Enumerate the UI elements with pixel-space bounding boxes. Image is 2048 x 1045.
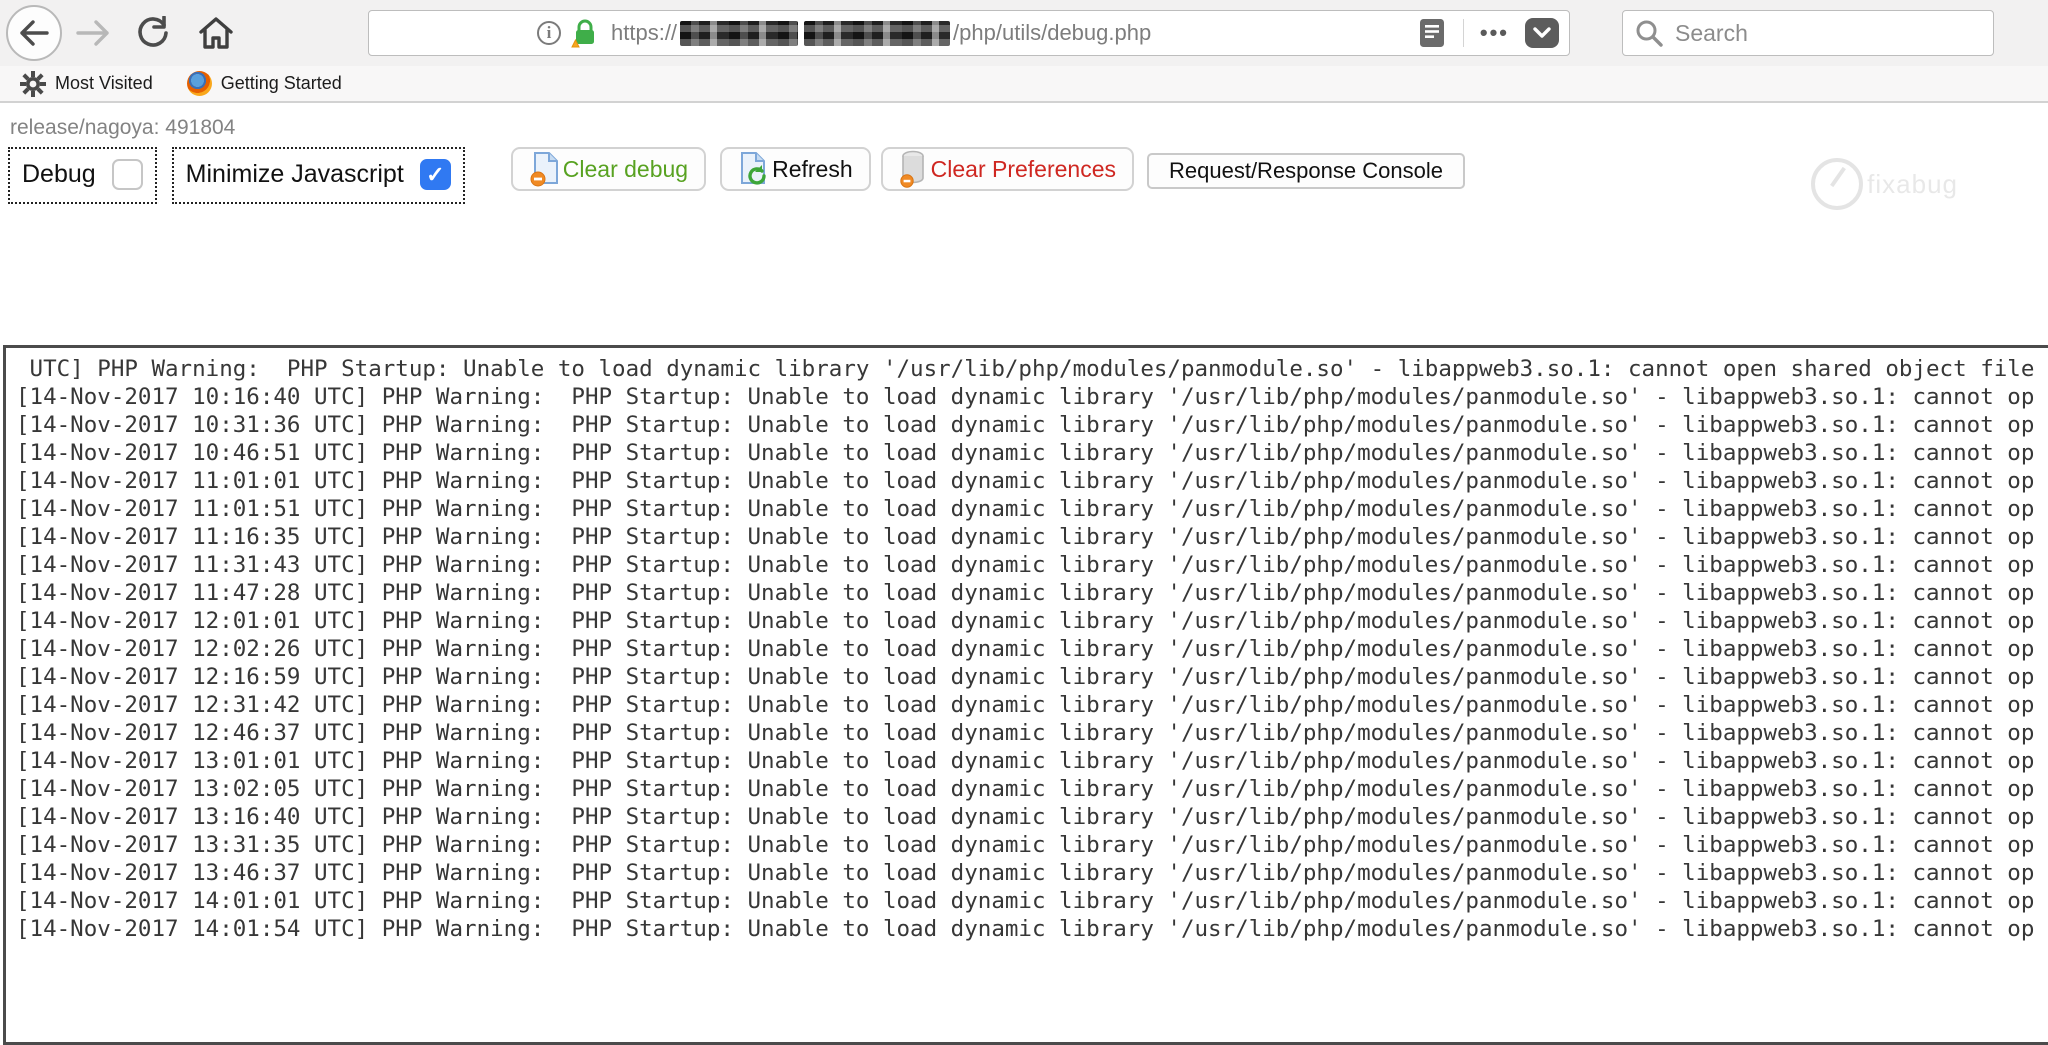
clear-preferences-button[interactable]: Clear Preferences	[880, 147, 1134, 191]
refresh-label: Refresh	[772, 155, 853, 182]
log-line: [14-Nov-2017 11:01:01 UTC] PHP Warning: …	[16, 468, 2035, 494]
urlbar-separator	[1462, 19, 1464, 47]
redacted-host-block	[680, 20, 799, 46]
forward-button[interactable]	[76, 20, 110, 46]
search-bar[interactable]	[1622, 10, 1994, 56]
debug-log-textarea[interactable]: UTC] PHP Warning: PHP Startup: Unable to…	[3, 345, 2048, 1045]
clear-debug-icon	[530, 152, 558, 187]
firefox-icon	[186, 71, 212, 96]
back-arrow-icon	[20, 20, 49, 46]
url-text: https:///php/utils/debug.php	[611, 20, 1152, 46]
minimize-js-checkbox-group[interactable]: Minimize Javascript ✓	[171, 147, 465, 204]
log-line: [14-Nov-2017 11:01:51 UTC] PHP Warning: …	[16, 496, 2035, 522]
bookmark-label: Getting Started	[220, 73, 342, 93]
request-response-console-button[interactable]: Request/Response Console	[1147, 153, 1465, 189]
pocket-chevron-icon	[1533, 27, 1551, 38]
request-response-console-label: Request/Response Console	[1169, 158, 1443, 183]
minimize-js-label: Minimize Javascript	[185, 160, 404, 188]
reload-icon	[138, 16, 168, 47]
clear-debug-label: Clear debug	[562, 155, 689, 182]
log-line: [14-Nov-2017 14:01:01 UTC] PHP Warning: …	[16, 888, 2035, 914]
reader-mode-button[interactable]	[1419, 18, 1445, 48]
forward-arrow-icon	[76, 20, 109, 46]
log-line: [14-Nov-2017 12:01:01 UTC] PHP Warning: …	[16, 608, 2035, 634]
refresh-button[interactable]: Refresh	[720, 147, 871, 191]
log-line: [14-Nov-2017 13:02:05 UTC] PHP Warning: …	[16, 776, 2035, 802]
log-line: UTC] PHP Warning: PHP Startup: Unable to…	[16, 356, 2035, 382]
debug-checkbox-group[interactable]: Debug	[8, 147, 157, 204]
browser-toolbar: i https:///php/utils/debug.php •••	[0, 0, 2048, 66]
back-button[interactable]	[6, 5, 62, 61]
log-line: [14-Nov-2017 10:31:36 UTC] PHP Warning: …	[16, 412, 2035, 438]
url-path: /php/utils/debug.php	[953, 20, 1152, 45]
pocket-button[interactable]	[1525, 18, 1559, 48]
mixed-content-lock-icon	[571, 18, 599, 48]
page-actions-button[interactable]: •••	[1480, 20, 1509, 46]
bookmarks-bar: Most Visited Getting Started	[0, 66, 2048, 103]
log-line: [14-Nov-2017 14:01:54 UTC] PHP Warning: …	[16, 916, 2035, 942]
home-icon	[199, 17, 233, 49]
debug-label: Debug	[22, 160, 96, 188]
search-input[interactable]	[1673, 18, 1957, 48]
gear-icon	[20, 70, 46, 97]
debug-controls-row: Debug Minimize Javascript ✓ Clear debug	[6, 147, 2048, 204]
log-line: [14-Nov-2017 12:02:26 UTC] PHP Warning: …	[16, 636, 2035, 662]
home-button[interactable]	[198, 16, 234, 50]
site-identity[interactable]: i	[537, 18, 599, 48]
reader-icon	[1419, 19, 1444, 47]
log-line: [14-Nov-2017 13:01:01 UTC] PHP Warning: …	[16, 748, 2035, 774]
log-line: [14-Nov-2017 11:16:35 UTC] PHP Warning: …	[16, 524, 2035, 550]
search-icon	[1636, 20, 1663, 47]
log-line: [14-Nov-2017 12:31:42 UTC] PHP Warning: …	[16, 692, 2035, 718]
minimize-js-checkbox[interactable]: ✓	[419, 159, 451, 190]
refresh-icon	[741, 152, 766, 185]
info-icon: i	[537, 21, 561, 45]
log-line: [14-Nov-2017 12:46:37 UTC] PHP Warning: …	[16, 720, 2035, 746]
page-content: release/nagoya: 491804 Debug Minimize Ja…	[0, 116, 2048, 1045]
log-line: [14-Nov-2017 13:16:40 UTC] PHP Warning: …	[16, 804, 2035, 830]
log-line: [14-Nov-2017 13:46:37 UTC] PHP Warning: …	[16, 860, 2035, 886]
url-bar[interactable]: i https:///php/utils/debug.php •••	[368, 10, 1570, 56]
log-line: [14-Nov-2017 13:31:35 UTC] PHP Warning: …	[16, 832, 2035, 858]
url-scheme: https:	[611, 20, 665, 45]
clear-debug-button[interactable]: Clear debug	[510, 147, 707, 191]
log-line: [14-Nov-2017 12:16:59 UTC] PHP Warning: …	[16, 664, 2035, 690]
log-line: [14-Nov-2017 11:31:43 UTC] PHP Warning: …	[16, 552, 2035, 578]
bookmark-getting-started[interactable]: Getting Started	[186, 71, 342, 96]
release-version-text: release/nagoya: 491804	[10, 116, 236, 139]
bookmark-label: Most Visited	[55, 73, 153, 93]
clear-preferences-icon	[899, 150, 924, 188]
log-line: [14-Nov-2017 11:47:28 UTC] PHP Warning: …	[16, 580, 2035, 606]
debug-checkbox[interactable]	[111, 159, 143, 190]
bookmark-most-visited[interactable]: Most Visited	[20, 70, 153, 97]
reload-button[interactable]	[136, 16, 170, 50]
log-line: [14-Nov-2017 10:46:51 UTC] PHP Warning: …	[16, 440, 2035, 466]
clear-preferences-label: Clear Preferences	[930, 155, 1116, 182]
redacted-host-block	[804, 20, 951, 46]
log-line: [14-Nov-2017 10:16:40 UTC] PHP Warning: …	[16, 384, 2035, 410]
